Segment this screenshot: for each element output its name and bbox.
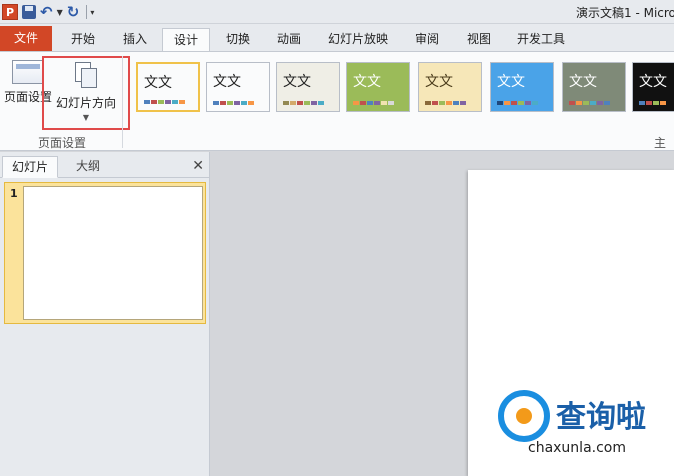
save-icon [22,5,36,19]
slide-orientation-button[interactable]: 幻灯片方向 ▼ [42,56,130,130]
theme-sample-text: 文文 [283,74,311,90]
theme-color-swatches [353,101,395,105]
theme-thumbnail[interactable]: 文文 [136,62,200,112]
theme-thumbnail[interactable]: 文文 [562,62,626,112]
customize-qat-button[interactable]: ▾ [90,3,94,21]
theme-thumbnail[interactable]: 文文 [418,62,482,112]
slide-number: 1 [10,187,18,200]
slides-panel: 幻灯片 大纲 ✕ 1 [0,152,210,476]
group-divider [122,56,123,148]
watermark-logo-icon [498,390,550,442]
ribbon-tab-row: 文件 开始 插入 设计 切换 动画 幻灯片放映 审阅 视图 开发工具 [0,24,674,53]
theme-color-swatches [283,101,325,105]
powerpoint-app-icon[interactable]: P [2,4,18,20]
tab-insert[interactable]: 插入 [112,28,158,52]
theme-sample-text: 文文 [569,74,597,90]
qat-divider [86,5,88,19]
window-title: 演示文稿1 - Micro [576,6,674,20]
tab-slides[interactable]: 幻灯片 [2,156,58,178]
ribbon-design: 页面设置 幻灯片方向 ▼ 页面设置 文文 文文 文文 文文 文文 文文 文文 文… [0,51,674,167]
panel-tabs: 幻灯片 大纲 ✕ [0,156,210,178]
undo-dropdown[interactable]: ▼ [57,3,63,21]
undo-button[interactable]: ↶ [40,3,53,21]
watermark: 查询啦 chaxunla.com [498,390,668,460]
watermark-text: 查询啦 [556,400,646,435]
theme-color-swatches [425,101,467,105]
theme-thumbnail[interactable]: 文文 [206,62,270,112]
theme-color-swatches [569,101,611,105]
tab-home[interactable]: 开始 [60,28,106,52]
theme-sample-text: 文文 [144,75,172,91]
tab-file[interactable]: 文件 [0,26,52,52]
theme-color-swatches [213,101,255,105]
customize-icon: ▾ [90,7,95,17]
slide-orientation-icon [71,62,101,90]
tab-slideshow[interactable]: 幻灯片放映 [318,28,398,52]
title-bar: P ↶ ▼ ↻ ▾ 演示文稿1 - Micro [0,0,674,24]
page-setup-icon [12,60,44,84]
tab-review[interactable]: 审阅 [404,28,450,52]
quick-access-toolbar: P ↶ ▼ ↻ ▾ [2,2,98,22]
undo-icon: ↶ [40,3,53,21]
theme-thumbnail[interactable]: 文文 [490,62,554,112]
slide-thumbnail-item[interactable]: 1 [4,182,206,324]
tab-transitions[interactable]: 切换 [216,28,260,52]
theme-sample-text: 文文 [425,74,453,90]
group-label-page-setup: 页面设置 [38,136,87,150]
tab-developer[interactable]: 开发工具 [508,28,574,52]
theme-sample-text: 文文 [213,74,241,90]
chevron-down-icon: ▼ [56,7,63,17]
slide-orientation-label: 幻灯片方向 [55,96,116,110]
theme-color-swatches [497,101,539,105]
save-button[interactable] [22,3,36,21]
theme-sample-text: 文文 [353,74,381,90]
watermark-url: chaxunla.com [528,440,626,456]
redo-button[interactable]: ↻ [67,3,80,21]
tab-design[interactable]: 设计 [162,28,210,53]
theme-sample-text: 文文 [639,74,667,90]
close-icon[interactable]: ✕ [192,158,204,174]
slide-thumbnail[interactable] [23,186,203,320]
theme-thumbnail[interactable]: 文文 [276,62,340,112]
theme-thumbnail[interactable]: 文文 [346,62,410,112]
tab-outline[interactable]: 大纲 [60,156,116,178]
theme-color-swatches [639,101,667,105]
chevron-down-icon: ▼ [82,113,90,122]
theme-sample-text: 文文 [497,74,525,90]
theme-color-swatches [144,100,186,104]
tab-view[interactable]: 视图 [456,28,502,52]
tab-animations[interactable]: 动画 [266,28,312,52]
redo-icon: ↻ [66,3,80,21]
theme-thumbnail[interactable]: 文文 [632,62,674,112]
